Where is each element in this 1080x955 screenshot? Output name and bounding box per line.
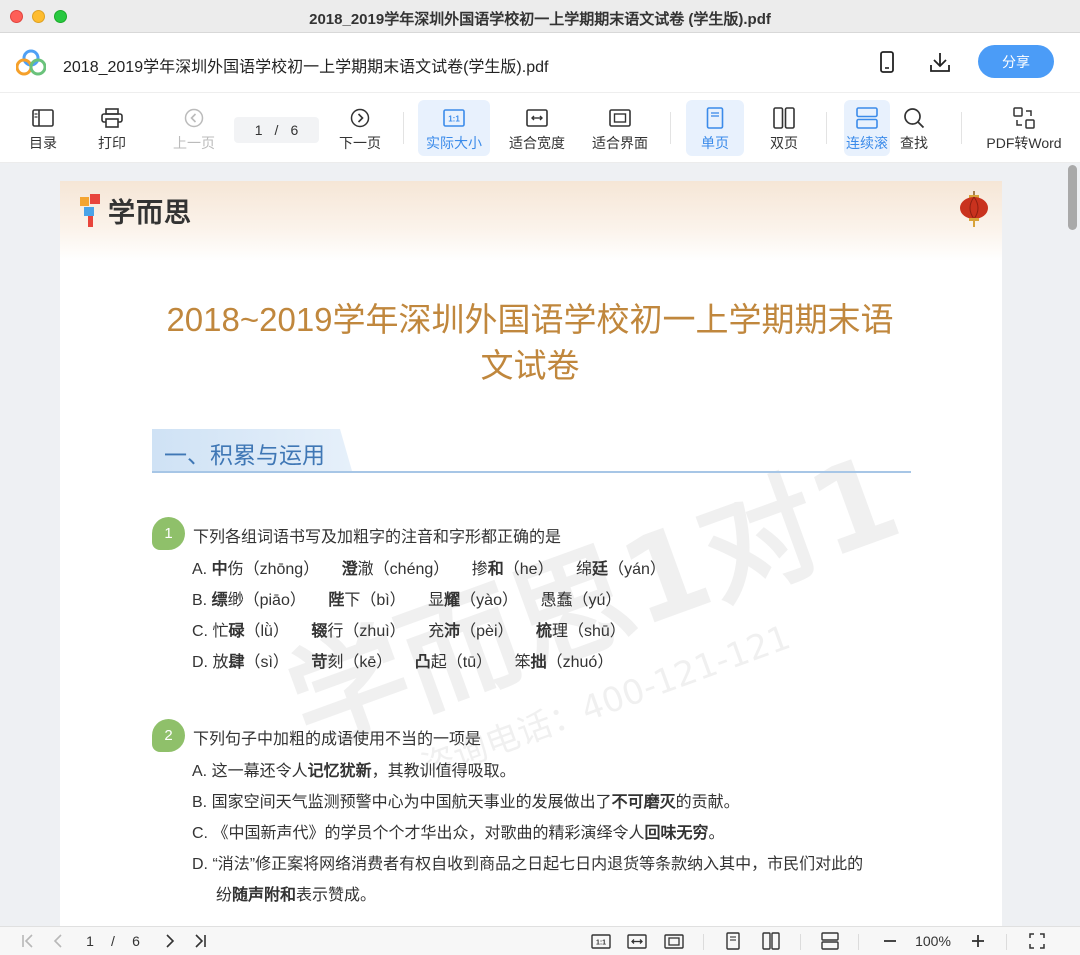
convert-icon xyxy=(1013,106,1035,130)
continuous-scroll-button[interactable]: 连续滚 xyxy=(844,100,890,156)
section-heading: 一、积累与运用 xyxy=(152,429,911,473)
actual-size-button[interactable]: 1:1 实际大小 xyxy=(418,100,490,156)
circle-chevron-left-icon xyxy=(184,106,204,130)
option-c: C. 忙碌（lǜ） 辍行（zhuì） 充沛（pèi） 梳理（shū） xyxy=(192,623,626,640)
status-page-total: 6 xyxy=(132,933,140,949)
window-title: 2018_2019学年深圳外国语学校初一上学期期末语文试卷 (学生版).pdf xyxy=(309,11,771,28)
double-page-button[interactable]: 双页 xyxy=(764,100,804,156)
xueersi-logo: 学而思 xyxy=(78,191,192,230)
find-button[interactable]: 查找 xyxy=(894,100,934,156)
baidu-netdisk-logo-icon xyxy=(16,49,46,76)
question-number-badge: 2 xyxy=(152,719,185,752)
prev-page-button[interactable]: 上一页 xyxy=(170,100,218,156)
lantern-icon xyxy=(960,191,988,227)
single-page-icon[interactable] xyxy=(722,931,744,951)
vertical-scrollbar[interactable] xyxy=(1068,165,1077,230)
next-page-button[interactable]: 下一页 xyxy=(337,100,383,156)
option-d: D. 放肆（sì） 苛刻（kē） 凸起（tū） 笨拙（zhuó） xyxy=(192,654,614,671)
status-page-current[interactable]: 1 xyxy=(82,931,98,951)
status-page-separator: / xyxy=(111,933,115,949)
sidebar-icon xyxy=(32,106,54,130)
double-page-icon[interactable] xyxy=(760,931,782,951)
page-number-input[interactable]: 1 / 6 xyxy=(234,117,319,143)
search-icon xyxy=(903,106,925,130)
question-2: 2 下列句子中加粗的成语使用不当的一项是 A. 这一幕还令人记忆犹新，其教训值得… xyxy=(152,719,912,909)
option-a: A. 这一幕还令人记忆犹新，其教训值得吸取。 xyxy=(192,763,516,780)
fit-page-button[interactable]: 适合界面 xyxy=(589,100,651,156)
fullscreen-icon[interactable] xyxy=(1026,931,1048,951)
option-c: C. 《中国新声代》的学员个个才华出众，对歌曲的精彩演绎令人回味无穷。 xyxy=(192,825,725,842)
option-b: B. 缥缈（piāo） 陛下（bì） 显耀（yào） 愚蠢（yú） xyxy=(192,592,622,609)
window-titlebar: 2018_2019学年深圳外国语学校初一上学期期末语文试卷 (学生版).pdf xyxy=(0,0,1080,33)
question-stem: 下列句子中加粗的成语使用不当的一项是 xyxy=(193,731,482,748)
app-header: 2018_2019学年深圳外国语学校初一上学期期末语文试卷(学生版).pdf 分… xyxy=(0,33,1080,93)
option-b: B. 国家空间天气监测预警中心为中国航天事业的发展做出了不可磨灭的贡献。 xyxy=(192,794,740,811)
continuous-scroll-icon[interactable] xyxy=(819,931,841,951)
option-d-line2: 纷随声附和表示赞成。 xyxy=(216,887,377,904)
actual-size-icon: 1:1 xyxy=(443,106,465,130)
zoom-level[interactable]: 100% xyxy=(910,931,956,951)
section-underline xyxy=(152,471,911,473)
option-d: D. “消法”修正案将网络消费者有权自收到商品之日起七日内退货等条款纳入其中，市… xyxy=(192,856,864,873)
question-number-badge: 1 xyxy=(152,517,185,550)
double-page-icon xyxy=(773,106,795,130)
single-page-icon xyxy=(706,106,724,130)
question-stem: 下列各组词语书写及加粗字的注音和字形都正确的是 xyxy=(193,529,562,546)
question-1: 1 下列各组词语书写及加粗字的注音和字形都正确的是 A. 中伤（zhōng） 澄… xyxy=(152,517,912,677)
fit-width-button[interactable]: 适合宽度 xyxy=(506,100,568,156)
toolbar-divider xyxy=(403,112,404,144)
toolbar-divider xyxy=(670,112,671,144)
fit-width-icon[interactable] xyxy=(626,931,648,951)
continuous-scroll-icon xyxy=(856,106,878,130)
svg-text:1:1: 1:1 xyxy=(596,939,606,946)
actual-size-icon[interactable]: 1:1 xyxy=(590,931,612,951)
zoom-in-icon[interactable] xyxy=(968,931,988,951)
pdf-to-word-button[interactable]: PDF转Word xyxy=(982,100,1066,156)
toc-button[interactable]: 目录 xyxy=(22,100,64,156)
pdf-page: 学而思 学而思1对1 咨询电话：400-121-121 2018~2019学年深… xyxy=(60,181,1002,941)
prev-page-icon[interactable] xyxy=(48,931,68,951)
next-page-icon[interactable] xyxy=(160,931,180,951)
circle-chevron-right-icon xyxy=(350,106,370,130)
single-page-button[interactable]: 单页 xyxy=(686,100,744,156)
status-divider xyxy=(800,934,801,950)
fit-page-icon xyxy=(609,106,631,130)
share-button[interactable]: 分享 xyxy=(978,45,1054,78)
last-page-icon[interactable] xyxy=(190,931,210,951)
toolbar-divider xyxy=(961,112,962,144)
option-a: A. 中伤（zhōng） 澄澈（chéng） 掺和（he） 绵廷（yán） xyxy=(192,561,666,578)
status-bar: 1 / 6 1:1 100% xyxy=(0,926,1080,955)
download-icon[interactable] xyxy=(927,49,953,75)
svg-text:1:1: 1:1 xyxy=(448,115,460,124)
xueersi-logo-mark-icon xyxy=(80,193,100,227)
phone-icon[interactable] xyxy=(874,49,900,75)
fit-page-icon[interactable] xyxy=(663,931,685,951)
page-header-band: 学而思 xyxy=(60,181,1002,261)
status-divider xyxy=(1006,934,1007,950)
toolbar: 目录 打印 上一页 1 / 6 下一页 1:1 实际大小 适合宽度 适合界面 单… xyxy=(0,93,1080,163)
status-divider xyxy=(858,934,859,950)
file-name: 2018_2019学年深圳外国语学校初一上学期期末语文试卷(学生版).pdf xyxy=(63,59,549,76)
toolbar-divider xyxy=(826,112,827,144)
document-title: 2018~2019学年深圳外国语学校初一上学期期末语 文试卷 xyxy=(166,301,894,384)
first-page-icon[interactable] xyxy=(18,931,38,951)
print-button[interactable]: 打印 xyxy=(90,100,134,156)
zoom-out-icon[interactable] xyxy=(880,931,900,951)
fit-width-icon xyxy=(526,106,548,130)
printer-icon xyxy=(101,106,123,130)
status-divider xyxy=(703,934,704,950)
